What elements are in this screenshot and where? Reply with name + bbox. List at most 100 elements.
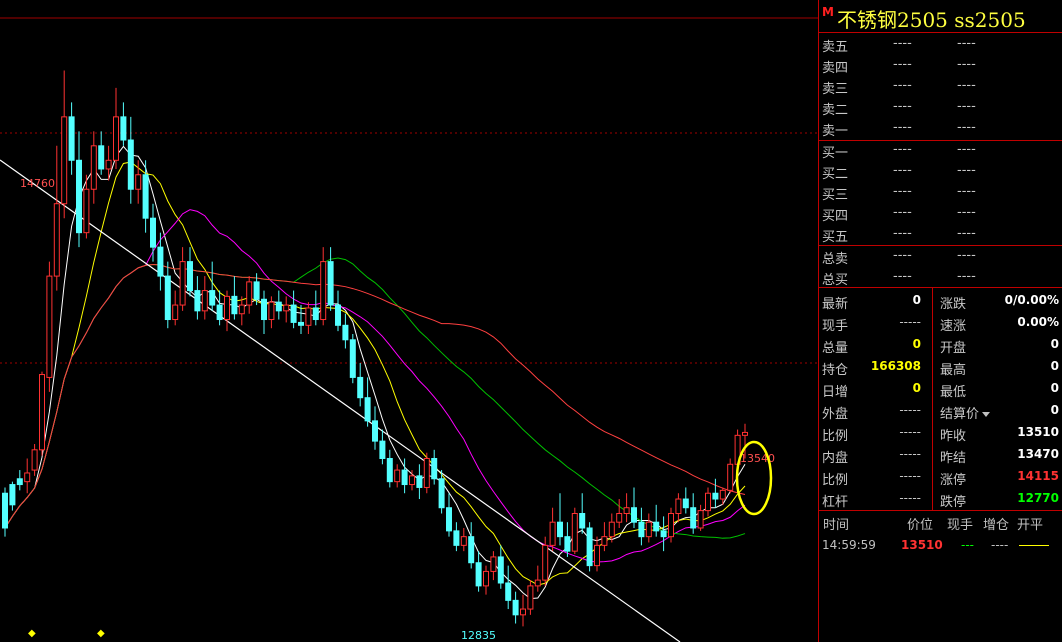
quote-label: 涨跌 bbox=[940, 297, 967, 312]
candle bbox=[335, 290, 341, 332]
quote-field[interactable]: 涨停 14115 bbox=[937, 467, 1062, 488]
sell-level[interactable]: 卖三 ---- ---- bbox=[819, 76, 1062, 97]
candle bbox=[497, 545, 504, 589]
quote-field[interactable]: 比例 ----- bbox=[819, 467, 925, 488]
candle bbox=[201, 276, 208, 320]
candle bbox=[660, 516, 667, 552]
candle bbox=[623, 493, 630, 523]
quote-field[interactable]: 最新 0 bbox=[819, 291, 925, 312]
quote-field[interactable]: 昨结 13470 bbox=[937, 445, 1062, 466]
candle bbox=[682, 487, 689, 514]
candle bbox=[61, 70, 68, 219]
candle bbox=[283, 296, 290, 323]
candle bbox=[564, 522, 571, 557]
candle bbox=[224, 290, 230, 332]
candle bbox=[394, 464, 401, 488]
quote-value: 0 bbox=[1050, 359, 1059, 373]
quote-field[interactable]: 速涨 0.00% bbox=[937, 313, 1062, 334]
level-label: 总卖 bbox=[822, 252, 849, 267]
candle bbox=[24, 458, 31, 494]
candle bbox=[534, 565, 541, 592]
level-price: ---- bbox=[893, 99, 912, 114]
candle bbox=[512, 591, 519, 624]
tick-row[interactable]: 14:59:59 13510 --- ---- bbox=[819, 532, 1062, 554]
candle bbox=[90, 131, 97, 204]
moving-averages bbox=[4, 145, 746, 600]
sell-level[interactable]: 卖二 ---- ---- bbox=[819, 97, 1062, 118]
quote-field[interactable]: 内盘 ----- bbox=[819, 445, 925, 466]
high-price-label: 14760 bbox=[20, 177, 55, 190]
candle bbox=[520, 594, 526, 627]
col-price: 价位 bbox=[907, 518, 934, 533]
quote-field[interactable]: 日增 0 bbox=[819, 379, 925, 400]
total-row[interactable]: 总卖 ---- ---- bbox=[819, 246, 1062, 267]
sell-level[interactable]: 卖四 ---- ---- bbox=[819, 55, 1062, 76]
dropdown-icon[interactable] bbox=[982, 412, 991, 417]
buy-level[interactable]: 买二 ---- ---- bbox=[819, 161, 1062, 182]
candle bbox=[246, 276, 253, 314]
quote-label: 开盘 bbox=[940, 341, 967, 356]
candle bbox=[194, 276, 201, 320]
total-row[interactable]: 总买 ---- ---- bbox=[819, 267, 1062, 288]
kline-chart[interactable]: 14760 12835 13540 ◆ ◆ bbox=[0, 0, 818, 642]
buy-level[interactable]: 买三 ---- ---- bbox=[819, 182, 1062, 203]
quote-field[interactable]: 比例 ----- bbox=[819, 423, 925, 444]
quote-field[interactable]: 昨收 13510 bbox=[937, 423, 1062, 444]
level-volume: ---- bbox=[957, 248, 976, 263]
candle bbox=[349, 334, 356, 384]
candle bbox=[571, 507, 578, 555]
col-flag: 开平 bbox=[1017, 518, 1044, 533]
quote-label: 比例 bbox=[822, 473, 849, 488]
quote-field[interactable]: 结算价 0 bbox=[937, 401, 1062, 422]
level-volume: ---- bbox=[957, 120, 976, 135]
tick-time: 14:59:59 bbox=[822, 538, 876, 552]
quote-field[interactable]: 持仓 166308 bbox=[819, 357, 925, 378]
quote-label: 最新 bbox=[822, 297, 849, 312]
candle bbox=[320, 247, 327, 326]
quote-label: 日增 bbox=[822, 385, 849, 400]
quote-field[interactable]: 最高 0 bbox=[937, 357, 1062, 378]
quote-field[interactable]: 总量 0 bbox=[819, 335, 925, 356]
quote-label: 涨停 bbox=[940, 473, 967, 488]
tick-vol: --- bbox=[961, 538, 974, 552]
candle bbox=[372, 406, 378, 450]
quote-field[interactable]: 外盘 ----- bbox=[819, 401, 925, 422]
level-label: 卖三 bbox=[822, 82, 849, 97]
quote-field[interactable]: 跌停 12770 bbox=[937, 489, 1062, 510]
candle bbox=[453, 522, 460, 552]
quote-value: 0/0.00% bbox=[1004, 293, 1059, 307]
candle bbox=[164, 261, 171, 329]
buy-level[interactable]: 买一 ---- ---- bbox=[819, 140, 1062, 161]
quote-field[interactable]: 开盘 0 bbox=[937, 335, 1062, 356]
candle bbox=[357, 362, 364, 407]
quote-label: 速涨 bbox=[940, 319, 967, 334]
buy-level[interactable]: 买五 ---- ---- bbox=[819, 224, 1062, 245]
candle bbox=[209, 261, 216, 311]
quote-field[interactable]: 涨跌 0/0.00% bbox=[937, 291, 1062, 312]
m-icon[interactable]: M bbox=[822, 5, 834, 19]
sell-level[interactable]: 卖五 ---- ---- bbox=[819, 34, 1062, 55]
candle bbox=[127, 116, 134, 204]
sell-level[interactable]: 卖一 ---- ---- bbox=[819, 118, 1062, 139]
quote-field[interactable]: 现手 ----- bbox=[819, 313, 925, 334]
candle bbox=[312, 290, 319, 326]
level-label: 买一 bbox=[822, 146, 849, 161]
candle bbox=[305, 302, 312, 334]
quote-label: 内盘 bbox=[822, 451, 849, 466]
candle bbox=[616, 499, 623, 528]
quote-field[interactable]: 杠杆 ----- bbox=[819, 489, 925, 510]
quote-field[interactable]: 最低 0 bbox=[937, 379, 1062, 400]
quote-label: 现手 bbox=[822, 319, 849, 334]
candle bbox=[9, 481, 16, 511]
level-label: 卖一 bbox=[822, 124, 849, 139]
candlesticks bbox=[2, 70, 748, 627]
quote-value: 166308 bbox=[870, 359, 921, 373]
candle bbox=[475, 551, 482, 592]
candle bbox=[379, 429, 386, 465]
level-price: ---- bbox=[893, 163, 912, 178]
marker-right-icon: ◆ bbox=[97, 628, 105, 639]
low-price-label: 12835 bbox=[461, 629, 496, 642]
buy-level[interactable]: 买四 ---- ---- bbox=[819, 203, 1062, 224]
candle bbox=[342, 313, 349, 349]
col-vol: 现手 bbox=[947, 518, 974, 533]
